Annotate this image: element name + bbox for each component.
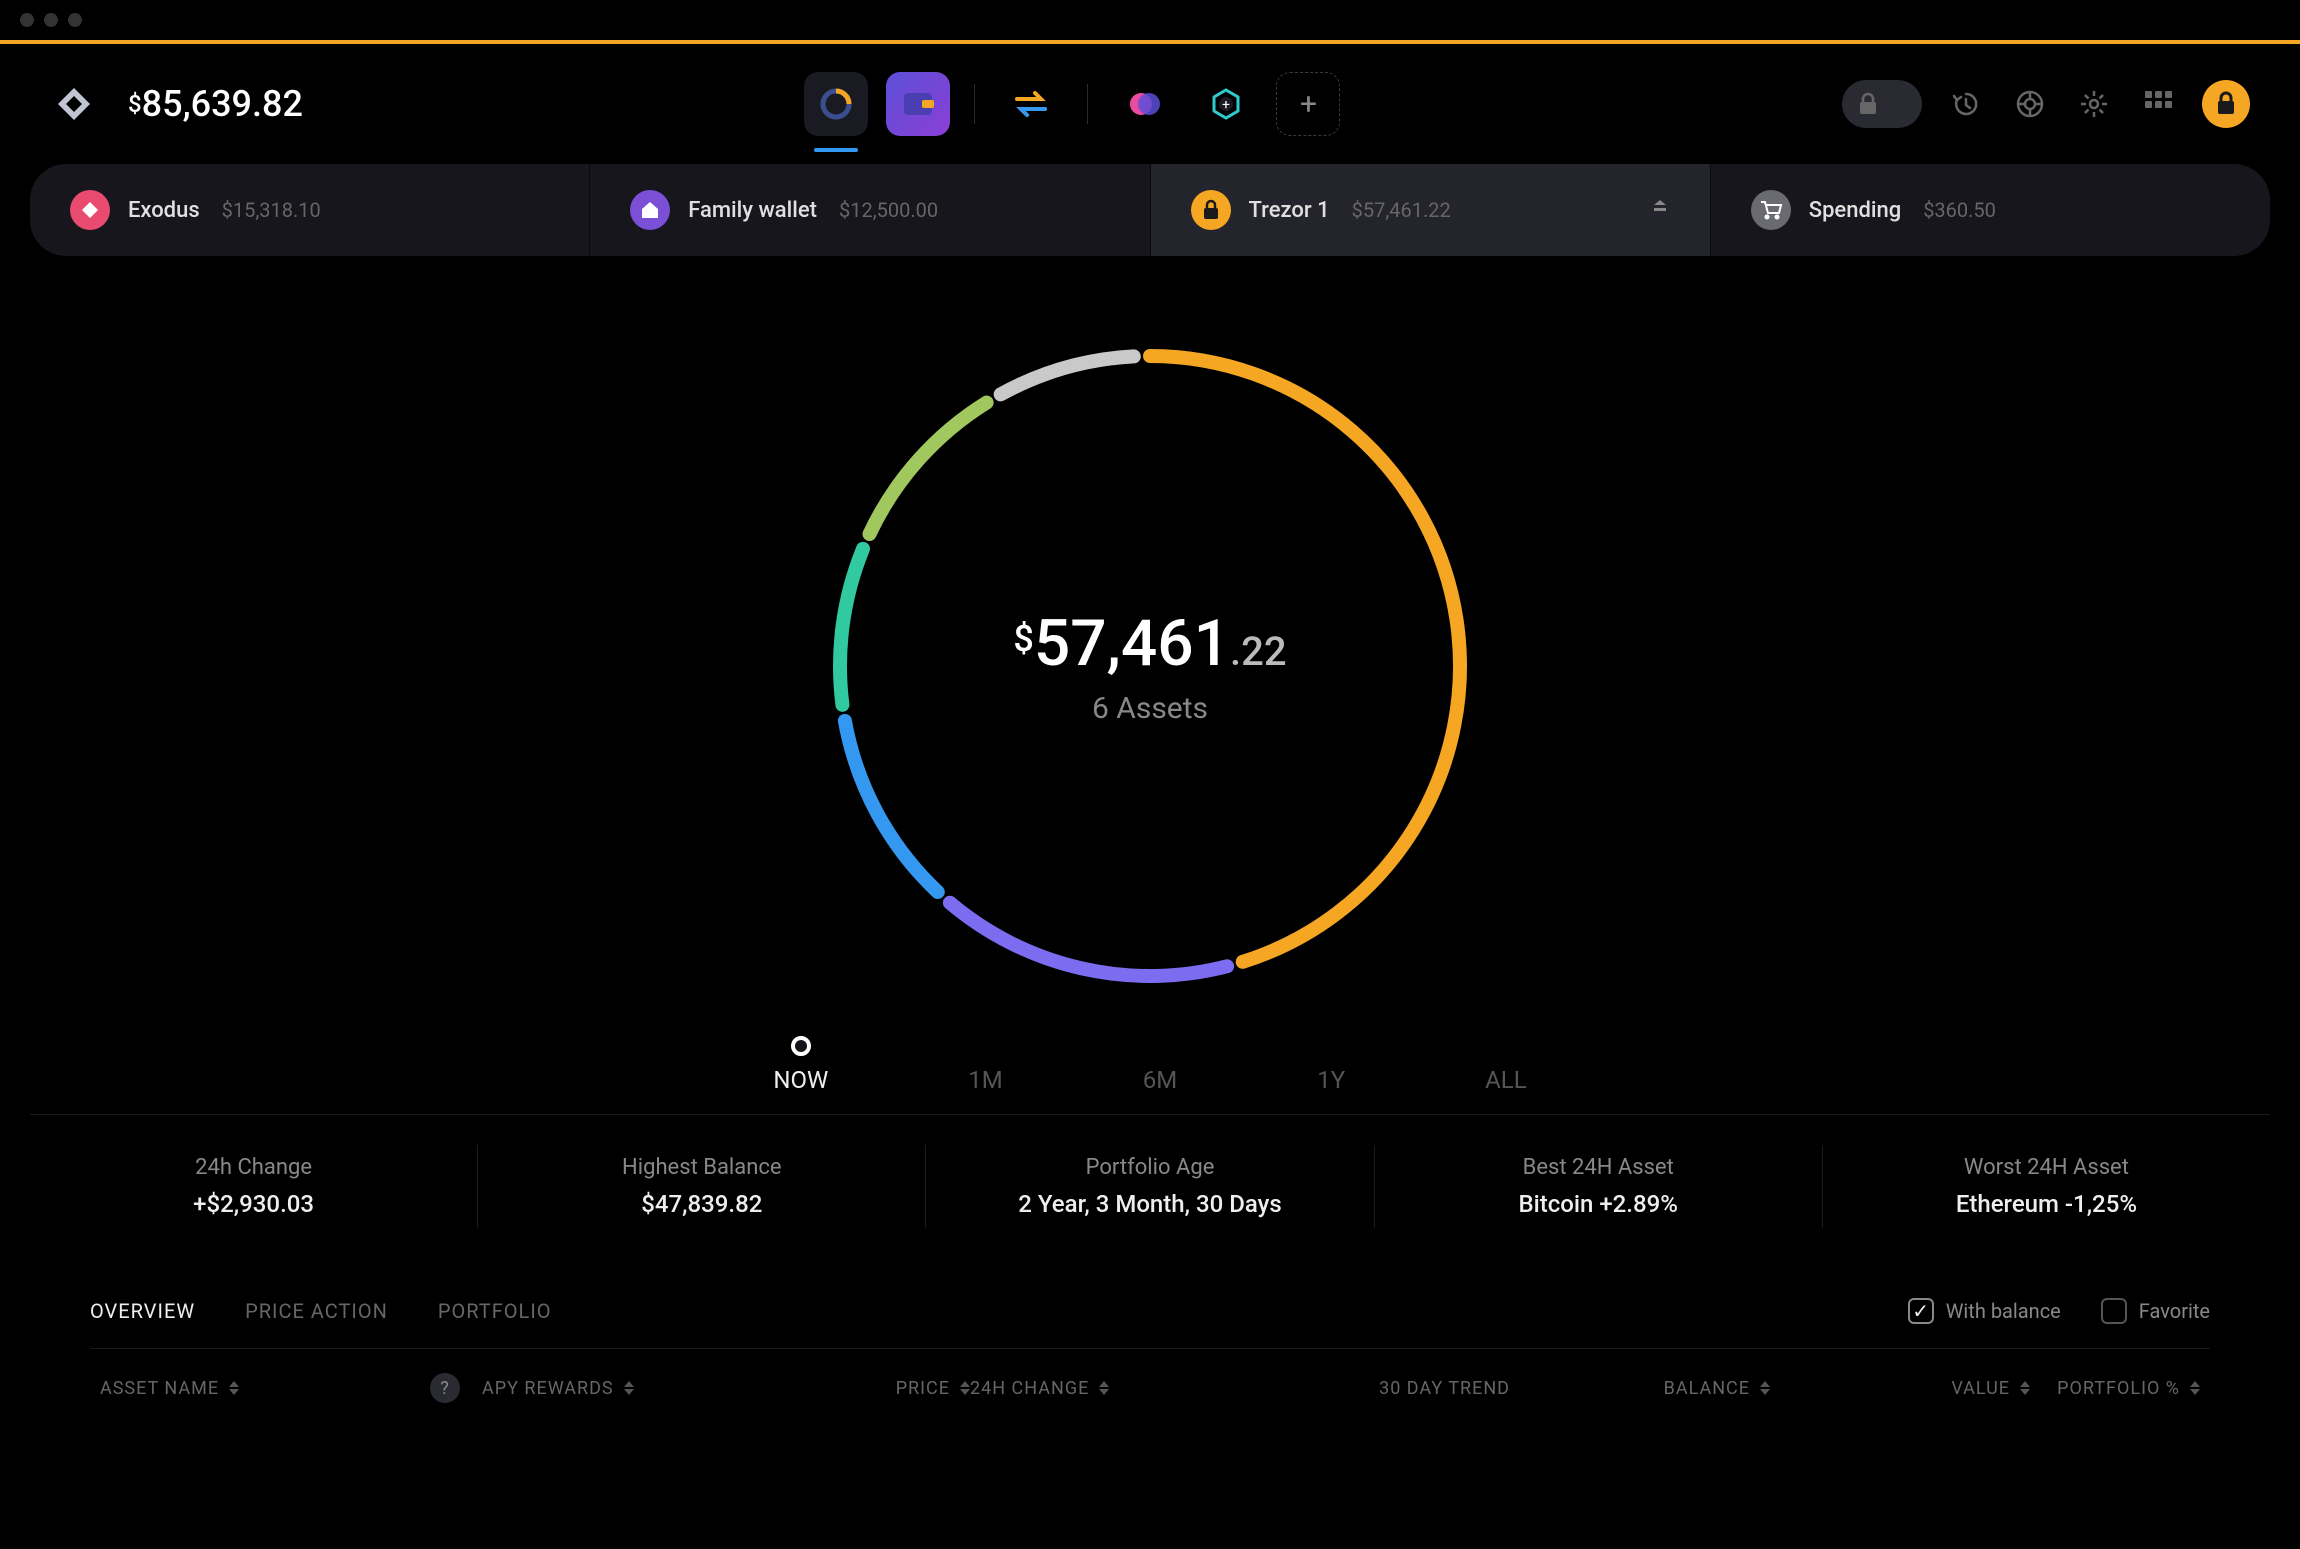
sort-icon xyxy=(624,1381,634,1395)
column-portfolio-pct[interactable]: PORTFOLIO % xyxy=(2030,1373,2210,1403)
lock-toggle[interactable] xyxy=(1842,80,1922,128)
donut-segment[interactable] xyxy=(840,549,863,705)
stat-best-24h-asset: Best 24H Asset Bitcoin +2.89% xyxy=(1375,1145,1823,1228)
stat-portfolio-age: Portfolio Age 2 Year, 3 Month, 30 Days xyxy=(926,1145,1374,1228)
history-icon[interactable] xyxy=(1946,84,1986,124)
column-apy-rewards[interactable]: ? APY REWARDS xyxy=(430,1373,710,1403)
settings-icon[interactable] xyxy=(2074,84,2114,124)
wallet-name: Family wallet xyxy=(688,198,817,223)
column-value[interactable]: VALUE xyxy=(1770,1373,2030,1403)
nav-divider xyxy=(974,84,975,124)
nav-divider xyxy=(1087,84,1088,124)
column-asset-name[interactable]: ASSET NAME xyxy=(90,1373,430,1403)
stat-label: Portfolio Age xyxy=(946,1155,1353,1180)
sort-icon xyxy=(960,1381,970,1395)
wallet-tab-family-wallet[interactable]: Family wallet $12,500.00 xyxy=(590,164,1150,256)
support-icon[interactable] xyxy=(2010,84,2050,124)
donut-segment[interactable] xyxy=(870,403,987,534)
table-tabs: OVERVIEW PRICE ACTION PORTFOLIO ✓ With bal… xyxy=(90,1298,2210,1349)
sort-icon xyxy=(2020,1381,2030,1395)
stat-value: 2 Year, 3 Month, 30 Days xyxy=(946,1190,1353,1218)
portfolio-asset-count: 6 Assets xyxy=(1013,691,1286,726)
wallet-name: Exodus xyxy=(128,198,200,223)
timeline-6m[interactable]: 6M xyxy=(1143,1036,1177,1094)
timeline-1m[interactable]: 1M xyxy=(968,1036,1002,1094)
stat-label: Worst 24H Asset xyxy=(1843,1155,2250,1180)
table-tab-overview[interactable]: OVERVIEW xyxy=(90,1299,195,1323)
wallet-tabs: Exodus $15,318.10 Family wallet $12,500.… xyxy=(30,164,2270,256)
timeline-1y[interactable]: 1Y xyxy=(1317,1036,1345,1094)
stats-row: 24h Change +$2,930.03 Highest Balance $47,8… xyxy=(30,1145,2270,1228)
timeline-now[interactable]: NOW xyxy=(773,1036,828,1094)
app-logo-icon[interactable] xyxy=(50,80,98,128)
donut-segment[interactable] xyxy=(950,903,1227,976)
svg-text:+: + xyxy=(1222,97,1230,113)
wallet-balance: $12,500.00 xyxy=(839,198,938,222)
table-tab-portfolio[interactable]: PORTFOLIO xyxy=(438,1299,552,1323)
window-maximize-dot[interactable] xyxy=(68,13,82,27)
nav-ftx-icon[interactable]: + xyxy=(1194,72,1258,136)
checkbox-icon xyxy=(2101,1298,2127,1324)
wallet-icon xyxy=(70,190,110,230)
wallet-icon xyxy=(1191,190,1231,230)
stat-24h-change: 24h Change +$2,930.03 xyxy=(30,1145,478,1228)
wallet-icon xyxy=(630,190,670,230)
stat-label: Highest Balance xyxy=(498,1155,905,1180)
column-price[interactable]: PRICE xyxy=(710,1373,970,1403)
filter-with-balance[interactable]: ✓ With balance xyxy=(1908,1298,2061,1324)
column-balance[interactable]: BALANCE xyxy=(1510,1373,1770,1403)
wallet-tab-spending[interactable]: Spending $360.50 xyxy=(1711,164,2270,256)
wallet-balance: $360.50 xyxy=(1923,198,1996,222)
wallet-tab-trezor-1[interactable]: Trezor 1 $57,461.22 xyxy=(1151,164,1711,256)
hardware-wallet-badge-icon[interactable] xyxy=(2202,80,2250,128)
nav-portfolio-icon[interactable] xyxy=(804,72,868,136)
nav-swap-icon[interactable] xyxy=(999,72,1063,136)
timeline-dot-icon xyxy=(791,1036,811,1056)
nav-add-button[interactable]: + xyxy=(1276,72,1340,136)
timeline-all[interactable]: ALL xyxy=(1485,1036,1527,1094)
portfolio-donut-chart: $57,461.22 6 Assets xyxy=(30,326,2270,1006)
wallet-tab-exodus[interactable]: Exodus $15,318.10 xyxy=(30,164,590,256)
wallet-balance: $57,461.22 xyxy=(1352,198,1451,222)
portfolio-value: $57,461.22 xyxy=(1013,606,1286,681)
donut-segment[interactable] xyxy=(1001,356,1134,394)
column-30d-trend[interactable]: 30 DAY TREND xyxy=(1230,1373,1510,1403)
stat-label: Best 24H Asset xyxy=(1395,1155,1802,1180)
checkbox-icon: ✓ xyxy=(1908,1298,1934,1324)
nav-wallet-icon[interactable] xyxy=(886,72,950,136)
table-tab-price-action[interactable]: PRICE ACTION xyxy=(245,1299,388,1323)
column-24h-change[interactable]: 24H CHANGE xyxy=(970,1373,1230,1403)
total-balance: $85,639.82 xyxy=(128,83,303,125)
window-minimize-dot[interactable] xyxy=(44,13,58,27)
nav-apps-icon[interactable] xyxy=(1112,72,1176,136)
eject-icon[interactable] xyxy=(1650,198,1670,222)
filter-favorite[interactable]: Favorite xyxy=(2101,1298,2210,1324)
donut-segment[interactable] xyxy=(845,721,938,892)
stat-worst-24h-asset: Worst 24H Asset Ethereum -1,25% xyxy=(1823,1145,2270,1228)
sort-icon xyxy=(1760,1381,1770,1395)
stat-value: +$2,930.03 xyxy=(50,1190,457,1218)
wallet-balance: $15,318.10 xyxy=(222,198,321,222)
wallet-name: Spending xyxy=(1809,198,1901,223)
stat-highest-balance: Highest Balance $47,839.82 xyxy=(478,1145,926,1228)
stat-value: $47,839.82 xyxy=(498,1190,905,1218)
wallet-name: Trezor 1 xyxy=(1249,198,1330,223)
lock-icon xyxy=(1850,86,1886,122)
sort-icon xyxy=(2190,1381,2200,1395)
wallet-icon xyxy=(1751,190,1791,230)
table-header: ASSET NAME ? APY REWARDS PRICE 24H CHANG… xyxy=(90,1349,2210,1427)
window-close-dot[interactable] xyxy=(20,13,34,27)
topbar: $85,639.82 + + xyxy=(0,44,2300,164)
window-chrome xyxy=(0,0,2300,40)
sort-icon xyxy=(229,1381,239,1395)
stat-value: Bitcoin +2.89% xyxy=(1395,1190,1802,1218)
stat-value: Ethereum -1,25% xyxy=(1843,1190,2250,1218)
stat-label: 24h Change xyxy=(50,1155,457,1180)
timeline: NOW 1M 6M 1Y ALL xyxy=(30,1036,2270,1115)
sort-icon xyxy=(1099,1381,1109,1395)
apps-grid-icon[interactable] xyxy=(2138,84,2178,124)
help-icon[interactable]: ? xyxy=(430,1373,460,1403)
